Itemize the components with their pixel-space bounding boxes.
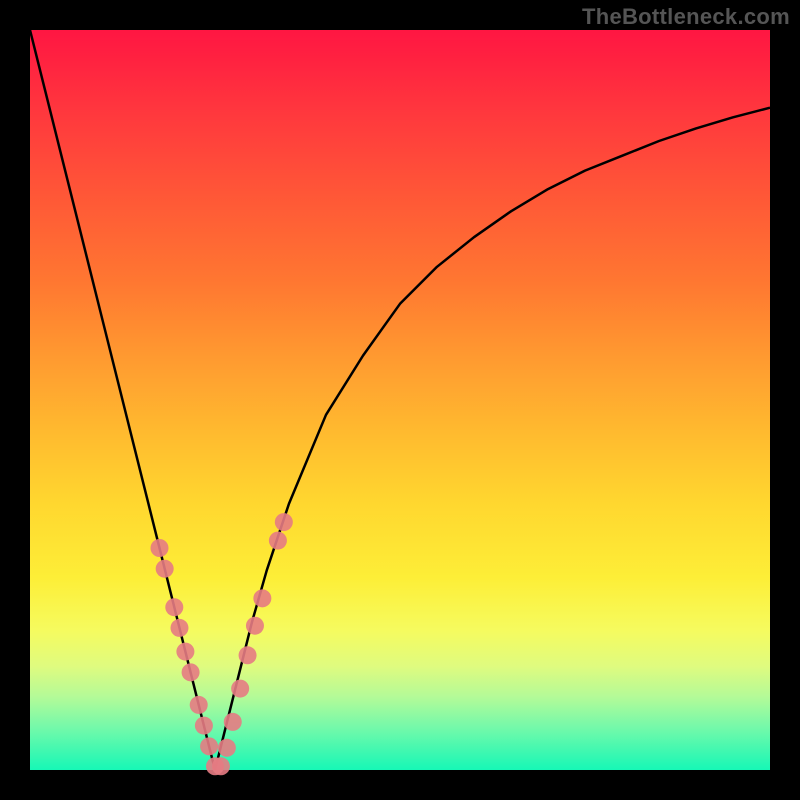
data-marker [190, 696, 208, 714]
data-marker [231, 680, 249, 698]
data-marker [176, 643, 194, 661]
data-marker [246, 617, 264, 635]
data-marker [253, 589, 271, 607]
data-marker [182, 663, 200, 681]
chart-frame: TheBottleneck.com [0, 0, 800, 800]
data-marker [165, 598, 183, 616]
plot-svg [30, 30, 770, 770]
data-marker [170, 619, 188, 637]
plot-area [30, 30, 770, 770]
data-marker [275, 513, 293, 531]
data-marker [195, 717, 213, 735]
watermark-text: TheBottleneck.com [582, 4, 790, 30]
data-marker [239, 646, 257, 664]
data-marker [269, 532, 287, 550]
data-marker [224, 713, 242, 731]
data-marker [200, 737, 218, 755]
data-marker [212, 757, 230, 775]
data-marker [151, 539, 169, 557]
data-marker [156, 560, 174, 578]
data-marker [218, 739, 236, 757]
bottleneck-curve [30, 30, 770, 770]
